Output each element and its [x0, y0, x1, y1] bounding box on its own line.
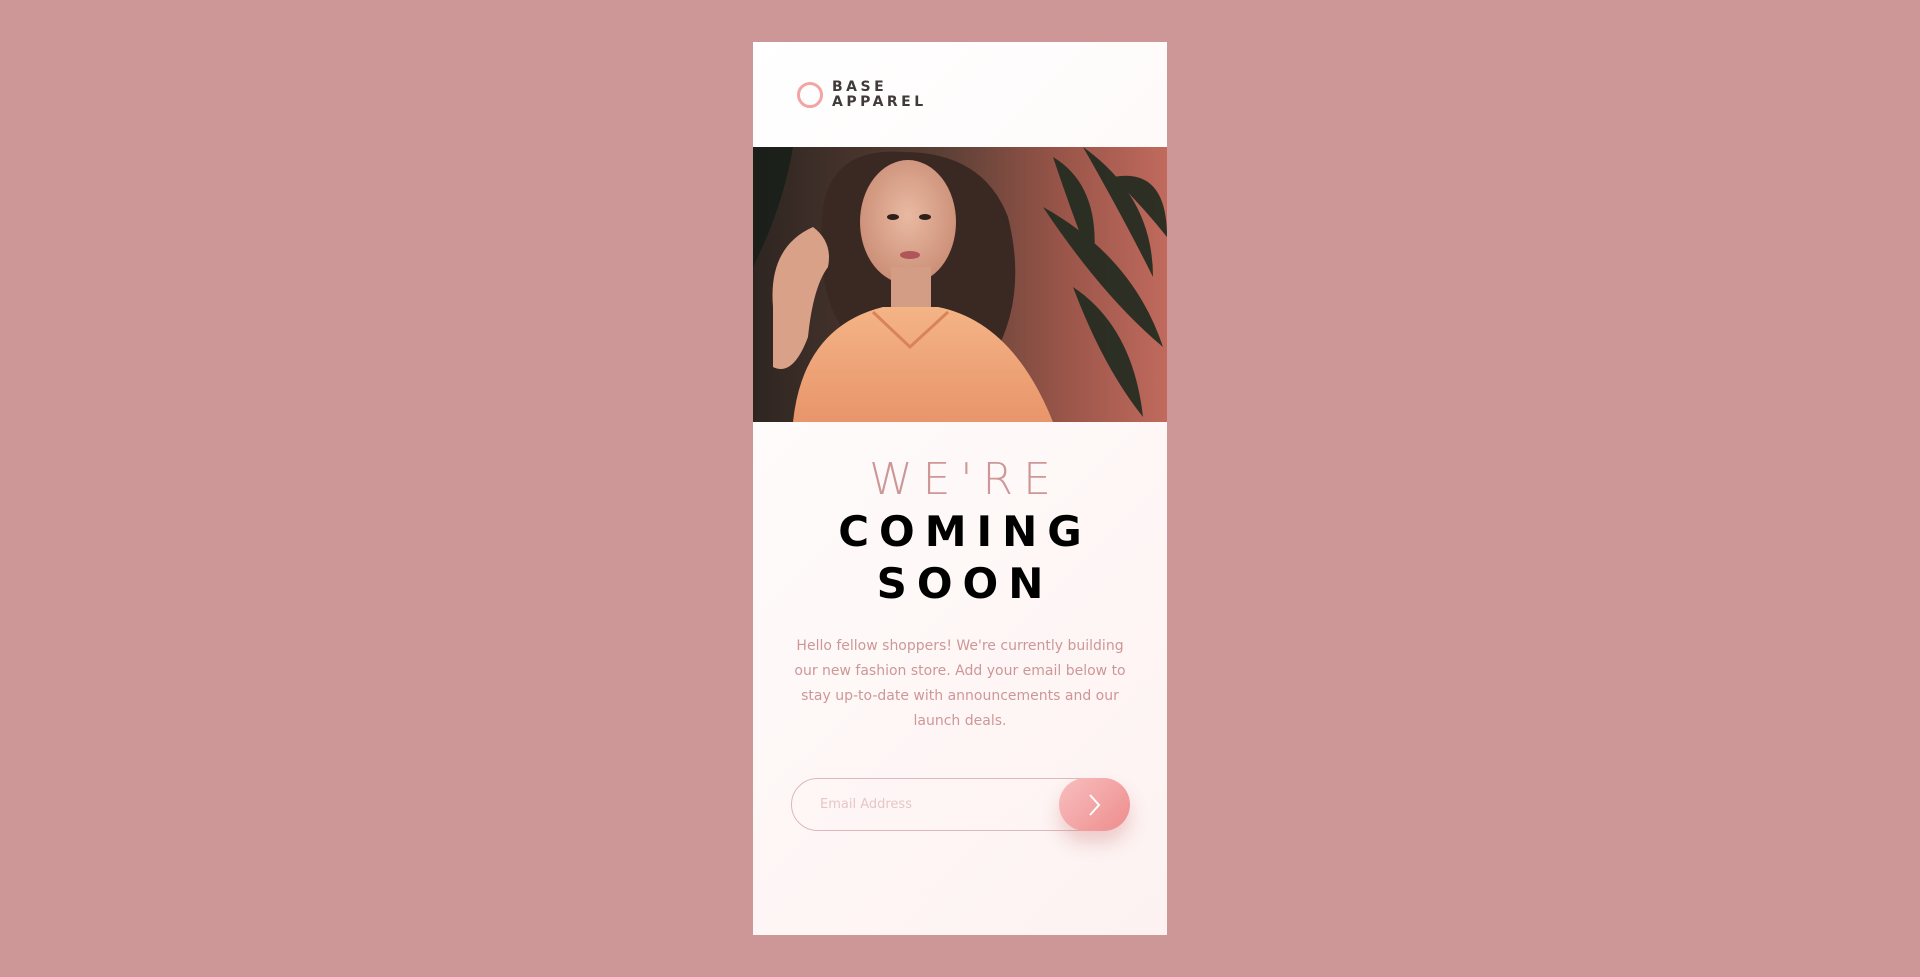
headline-light: WE'RE [869, 454, 1061, 505]
headline-bold-line-1: COMING [838, 507, 1092, 556]
main-content: WE'RE COMING SOON Hello fellow shoppers!… [753, 422, 1167, 831]
hero-image [753, 147, 1167, 422]
logo-line-1: BASE [832, 79, 888, 95]
chevron-right-icon [1088, 793, 1100, 816]
logo-line-2: APPAREL [832, 94, 927, 110]
description-text: Hello fellow shoppers! We're currently b… [794, 638, 1126, 729]
headline-bold-line-2: SOON [876, 559, 1054, 608]
logo-text: BASE APPAREL [832, 80, 927, 110]
header: BASE APPAREL [753, 42, 1167, 147]
email-form [791, 778, 1130, 831]
brand-logo[interactable]: BASE APPAREL [797, 80, 927, 110]
page-card: BASE APPAREL WE'RE COMING SOON Hello fel… [753, 42, 1167, 935]
submit-button[interactable] [1059, 778, 1130, 831]
logo-ring-icon [797, 82, 823, 108]
woman-portrait-image [753, 147, 1167, 422]
